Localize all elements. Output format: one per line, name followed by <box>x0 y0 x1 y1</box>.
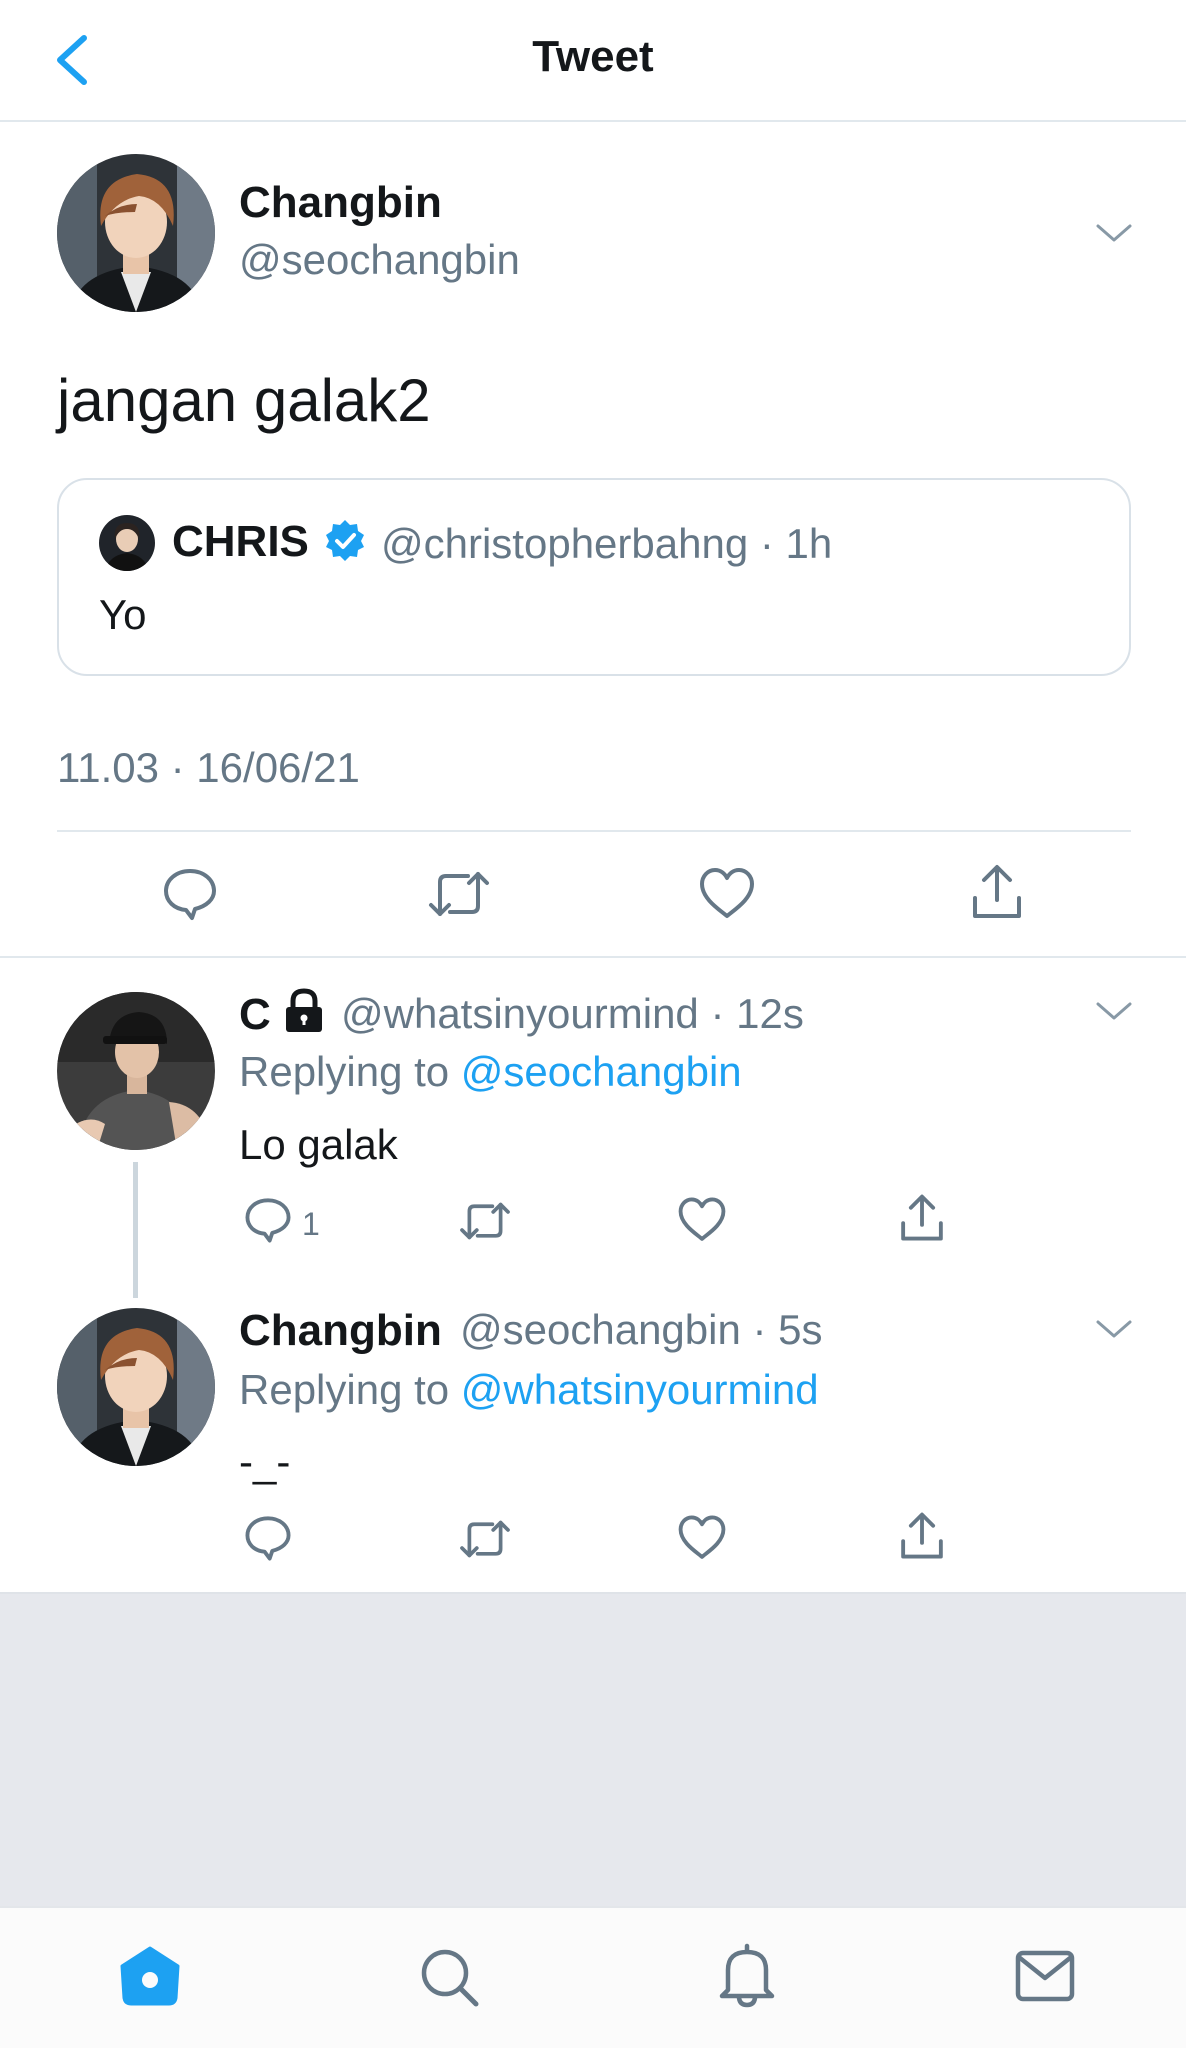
reply-button[interactable] <box>162 866 218 922</box>
bell-icon <box>719 1943 775 2008</box>
like-button[interactable] <box>698 866 756 922</box>
mail-icon <box>1015 1950 1075 2002</box>
author-name[interactable]: Changbin <box>239 178 442 228</box>
quoted-handle-time: @christopherbahng · 1h <box>381 520 833 567</box>
avatar[interactable] <box>57 154 215 312</box>
heart-icon <box>700 868 754 918</box>
replying-to-label: Replying to <box>239 1366 461 1413</box>
share-button[interactable] <box>898 1510 946 1562</box>
retweet-button[interactable] <box>458 1516 512 1562</box>
reply-button[interactable] <box>244 1196 292 1244</box>
thread-connector-line <box>133 1162 138 1298</box>
share-button[interactable] <box>969 862 1025 922</box>
quoted-author-name: CHRIS <box>172 517 309 566</box>
divider <box>0 956 1186 958</box>
replying-to-label: Replying to <box>239 1048 461 1095</box>
author-handle[interactable]: @seochangbin <box>239 236 520 284</box>
reply-handle-time: @whatsinyourmind · 12s <box>341 990 804 1037</box>
reply-author-name[interactable]: Changbin <box>239 1306 442 1356</box>
more-options-button[interactable] <box>1094 996 1134 1026</box>
chevron-down-icon <box>1096 1320 1132 1338</box>
more-options-button[interactable] <box>1094 218 1134 248</box>
retweet-icon <box>429 872 489 916</box>
share-button[interactable] <box>898 1192 946 1244</box>
replying-to-line: Replying to @seochangbin <box>239 1048 742 1096</box>
more-options-button[interactable] <box>1094 1314 1134 1344</box>
reply-text: Lo galak <box>239 1121 398 1168</box>
reply-count: 1 <box>302 1206 320 1242</box>
reply-bubble-icon <box>245 1198 291 1243</box>
tab-messages[interactable] <box>1014 1948 1076 2004</box>
verified-badge-icon <box>323 518 367 562</box>
chevron-down-icon <box>1096 224 1132 242</box>
divider <box>57 830 1131 832</box>
home-icon <box>120 1946 180 2006</box>
tab-search[interactable] <box>418 1946 480 2008</box>
avatar <box>99 515 155 571</box>
lock-icon <box>282 988 326 1034</box>
replying-to-line: Replying to @whatsinyourmind <box>239 1366 819 1414</box>
tweet-timestamp: 11.03 · 16/06/21 <box>57 744 360 791</box>
retweet-icon <box>460 1202 510 1240</box>
mention-link[interactable]: @seochangbin <box>461 1048 742 1095</box>
retweet-button[interactable] <box>458 1198 512 1244</box>
heart-icon <box>678 1515 726 1559</box>
reply-text: -_- <box>239 1438 291 1485</box>
mention-link[interactable]: @whatsinyourmind <box>461 1366 819 1413</box>
avatar[interactable] <box>57 992 215 1150</box>
search-icon <box>421 1949 479 2007</box>
empty-feed-area <box>0 1592 1186 1906</box>
heart-icon <box>678 1197 726 1241</box>
reply-handle-time: @seochangbin · 5s <box>460 1306 823 1353</box>
share-icon <box>973 865 1021 918</box>
retweet-icon <box>460 1520 510 1558</box>
quoted-tweet-card[interactable]: CHRIS @christopherbahng · 1h Yo <box>57 478 1131 676</box>
tab-notifications[interactable] <box>716 1942 778 2008</box>
tweet-text: jangan galak2 <box>57 367 431 434</box>
quoted-tweet-text: Yo <box>99 591 147 638</box>
share-icon <box>901 1194 943 1241</box>
like-button[interactable] <box>677 1514 727 1562</box>
avatar[interactable] <box>57 1308 215 1466</box>
reply-button[interactable] <box>244 1514 292 1562</box>
share-icon <box>901 1512 943 1559</box>
like-button[interactable] <box>677 1196 727 1244</box>
page-title: Tweet <box>532 32 654 81</box>
retweet-button[interactable] <box>428 866 490 922</box>
reply-bubble-icon <box>245 1516 291 1561</box>
reply-author-name[interactable]: C <box>239 990 271 1040</box>
reply-bubble-icon <box>164 869 216 920</box>
tab-home[interactable] <box>118 1944 182 2008</box>
chevron-down-icon <box>1096 1002 1132 1020</box>
